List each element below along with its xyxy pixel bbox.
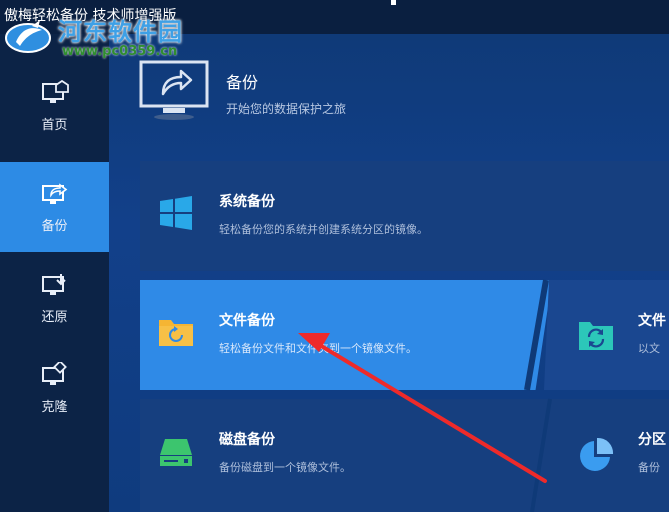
page-title: 备份 <box>226 73 259 92</box>
disk-drive-icon <box>160 439 192 466</box>
home-monitor-icon <box>41 79 69 103</box>
partition-backup-desc: 备份 <box>638 461 660 474</box>
sidebar-item-home[interactable]: 首页 <box>0 61 109 151</box>
disk-backup-card[interactable]: 磁盘备份 备份磁盘到一个镜像文件。 分区 备份 <box>140 399 669 512</box>
system-backup-card[interactable]: 系统备份 轻松备份您的系统并创建系统分区的镜像。 <box>140 161 669 271</box>
monitor-share-icon <box>139 60 209 120</box>
sidebar-item-label: 克隆 <box>41 399 68 415</box>
file-backup-card[interactable] <box>140 280 552 390</box>
clone-monitor-icon <box>41 361 67 385</box>
sidebar-item-label: 首页 <box>41 117 68 133</box>
title-bar-mark <box>391 0 396 5</box>
sidebar-item-label: 还原 <box>41 309 68 325</box>
disk-backup-title: 磁盘备份 <box>219 432 275 448</box>
backup-monitor-icon <box>41 182 67 204</box>
title-bar: 傲梅轻松备份 技术师增强版 <box>0 0 669 34</box>
file-backup-desc: 轻松备份文件和文件夹到一个镜像文件。 <box>219 342 417 355</box>
page-subtitle: 开始您的数据保护之旅 <box>226 102 347 116</box>
sidebar: 首页 备份 还原 克隆 <box>0 34 109 512</box>
sidebar-item-restore[interactable]: 还原 <box>0 253 109 343</box>
main-panel: 备份 开始您的数据保护之旅 系统备份 轻松备份您的系统并创建系统分区的镜像。 文… <box>109 34 669 512</box>
restore-monitor-icon <box>41 273 66 295</box>
file-sync-desc: 以文 <box>638 342 660 355</box>
folder-sync-icon <box>159 320 193 346</box>
system-backup-title: 系统备份 <box>219 194 275 210</box>
disk-backup-desc: 备份磁盘到一个镜像文件。 <box>219 461 351 474</box>
sidebar-item-clone[interactable]: 克隆 <box>0 343 109 433</box>
partition-backup-title: 分区 <box>638 432 666 448</box>
pie-chart-icon <box>580 437 614 471</box>
file-backup-title: 文件备份 <box>219 313 275 329</box>
window-title: 傲梅轻松备份 技术师增强版 <box>4 8 177 24</box>
sidebar-item-label: 备份 <box>41 218 68 234</box>
file-backup-row: 文件备份 轻松备份文件和文件夹到一个镜像文件。 文件 以文 <box>140 280 669 390</box>
windows-icon <box>160 196 192 230</box>
file-sync-title: 文件 <box>638 313 666 329</box>
sync-folder-icon <box>579 322 613 350</box>
system-backup-desc: 轻松备份您的系统并创建系统分区的镜像。 <box>219 223 428 236</box>
sidebar-item-backup[interactable]: 备份 <box>0 162 109 252</box>
